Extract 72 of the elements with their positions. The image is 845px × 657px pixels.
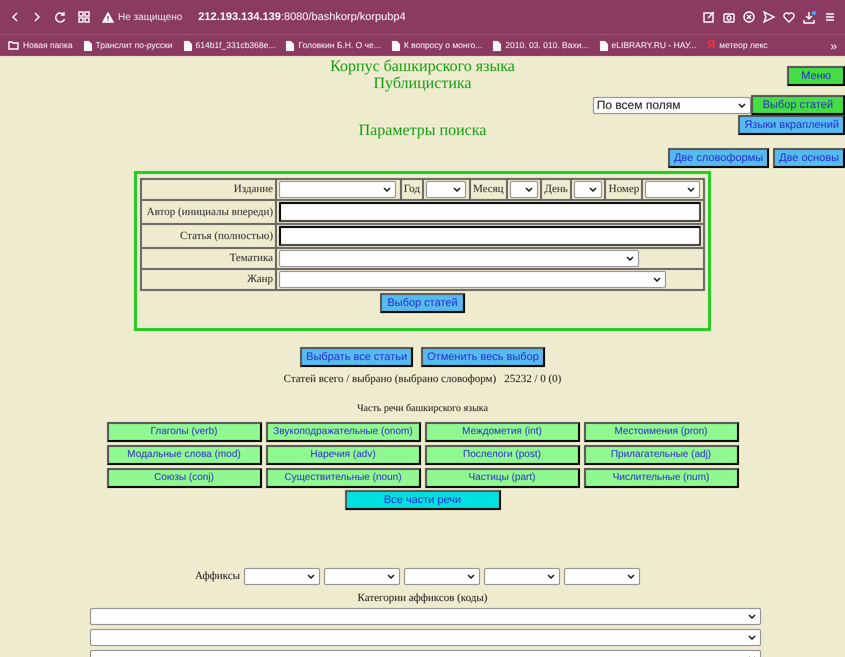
camera-icon[interactable] <box>723 11 735 23</box>
field-label: Статья (полностью) <box>141 224 276 248</box>
all-parts-button[interactable]: Все части речи <box>344 490 500 510</box>
reload-icon[interactable] <box>54 11 66 23</box>
menu-button[interactable]: Меню <box>787 66 845 86</box>
bookmark-link[interactable]: Транслит по-русски <box>84 39 173 52</box>
heart-icon[interactable] <box>783 11 795 23</box>
page-icon <box>84 40 92 50</box>
part-of-speech-button[interactable]: Числительные (num) <box>584 468 738 488</box>
part-of-speech-button[interactable]: Междометия (int) <box>424 422 580 442</box>
bookmark-link[interactable]: К вопросу о монго... <box>392 39 482 52</box>
page-icon <box>600 40 608 50</box>
stats-label: Статей всего / выбрано (выбрано словоформ) <box>284 372 496 387</box>
text-input-field[interactable] <box>279 226 701 246</box>
select-articles-button[interactable]: Выбор статей <box>750 95 845 115</box>
part-of-speech-button[interactable]: Прилагательные (adj) <box>584 444 738 464</box>
bookmark-link[interactable]: 2010. 03. 010. Вахи... <box>493 39 589 52</box>
two-stems-button[interactable]: Две основы <box>773 148 845 168</box>
menu-icon[interactable] <box>825 11 835 23</box>
section-heading: Категории аффиксов (коды) <box>358 592 488 604</box>
affixes-label: Аффиксы <box>195 568 240 584</box>
page-title: Корпус башкирского языка <box>330 58 515 75</box>
bookmark-link[interactable]: Головкин Б.Н. О че... <box>286 39 381 52</box>
text-input-field[interactable] <box>279 202 701 222</box>
part-of-speech-button[interactable]: Глаголы (verb) <box>106 422 262 442</box>
bookmark-link[interactable]: 614b1f_331cb368e... <box>184 39 276 52</box>
part-of-speech-button[interactable]: Модальные слова (mod) <box>106 444 262 464</box>
warning-icon <box>102 12 114 22</box>
field-label: Издание <box>141 179 276 200</box>
edit-icon[interactable] <box>703 11 715 23</box>
bookmark-link[interactable]: Новая папка <box>8 39 73 52</box>
more-bookmarks[interactable]: » <box>830 36 837 54</box>
bookmark-link[interactable]: eLIBRARY.RU - НАУ... <box>600 39 696 52</box>
download-icon[interactable] <box>803 10 817 24</box>
page-icon <box>493 40 502 50</box>
page-icon <box>286 40 294 50</box>
select-all-button[interactable]: Выбрать все статьи <box>300 347 414 367</box>
clear-selection-button[interactable]: Отменить весь выбор <box>421 347 545 367</box>
field-label: Жанр <box>141 269 276 290</box>
field-label: Автор (инициалы впереди) <box>141 200 276 224</box>
field-label: Год <box>400 179 423 200</box>
section-heading: Часть речи башкирского языка <box>357 402 488 414</box>
part-of-speech-button[interactable]: Послелоги (post) <box>424 444 580 464</box>
two-wordforms-button[interactable]: Две словоформы <box>668 148 770 168</box>
forward-icon[interactable] <box>32 11 42 23</box>
folder-icon <box>8 41 19 50</box>
field-label: Номер <box>605 179 642 200</box>
close-icon[interactable] <box>743 11 755 23</box>
page-icon <box>392 40 400 50</box>
security-label: Не защищено <box>118 10 182 24</box>
stats-value: 25232 / 0 (0) <box>504 372 562 387</box>
field-label: День <box>540 179 571 200</box>
submit-button[interactable]: Выбор статей <box>380 293 465 313</box>
page-subtitle: Публицистика <box>373 75 472 92</box>
part-of-speech-button[interactable]: Существительные (noun) <box>266 468 420 488</box>
languages-button[interactable]: Языки вкраплений <box>738 115 845 135</box>
field-label: Тематика <box>141 248 276 269</box>
send-icon[interactable] <box>763 11 775 23</box>
url-field[interactable]: 212.193.134.139:8080/bashkorp/korpubp4 <box>198 8 406 26</box>
field-label: Месяц <box>470 179 507 200</box>
section-title: Параметры поиска <box>358 122 486 139</box>
bookmark-link[interactable]: Я метеор лекс <box>707 37 768 54</box>
part-of-speech-button[interactable]: Местоимения (pron) <box>584 422 738 442</box>
page-icon <box>184 40 192 50</box>
back-icon[interactable] <box>10 11 20 23</box>
field-select[interactable]: По всем полям <box>592 96 751 114</box>
part-of-speech-button[interactable]: Союзы (conj) <box>106 468 262 488</box>
yandex-glyph: Я <box>707 38 716 54</box>
part-of-speech-button[interactable]: Частицы (part) <box>424 468 580 488</box>
part-of-speech-button[interactable]: Звукоподражательные (onom) <box>266 422 420 442</box>
part-of-speech-button[interactable]: Наречия (adv) <box>266 444 420 464</box>
grid-icon[interactable] <box>78 11 90 23</box>
